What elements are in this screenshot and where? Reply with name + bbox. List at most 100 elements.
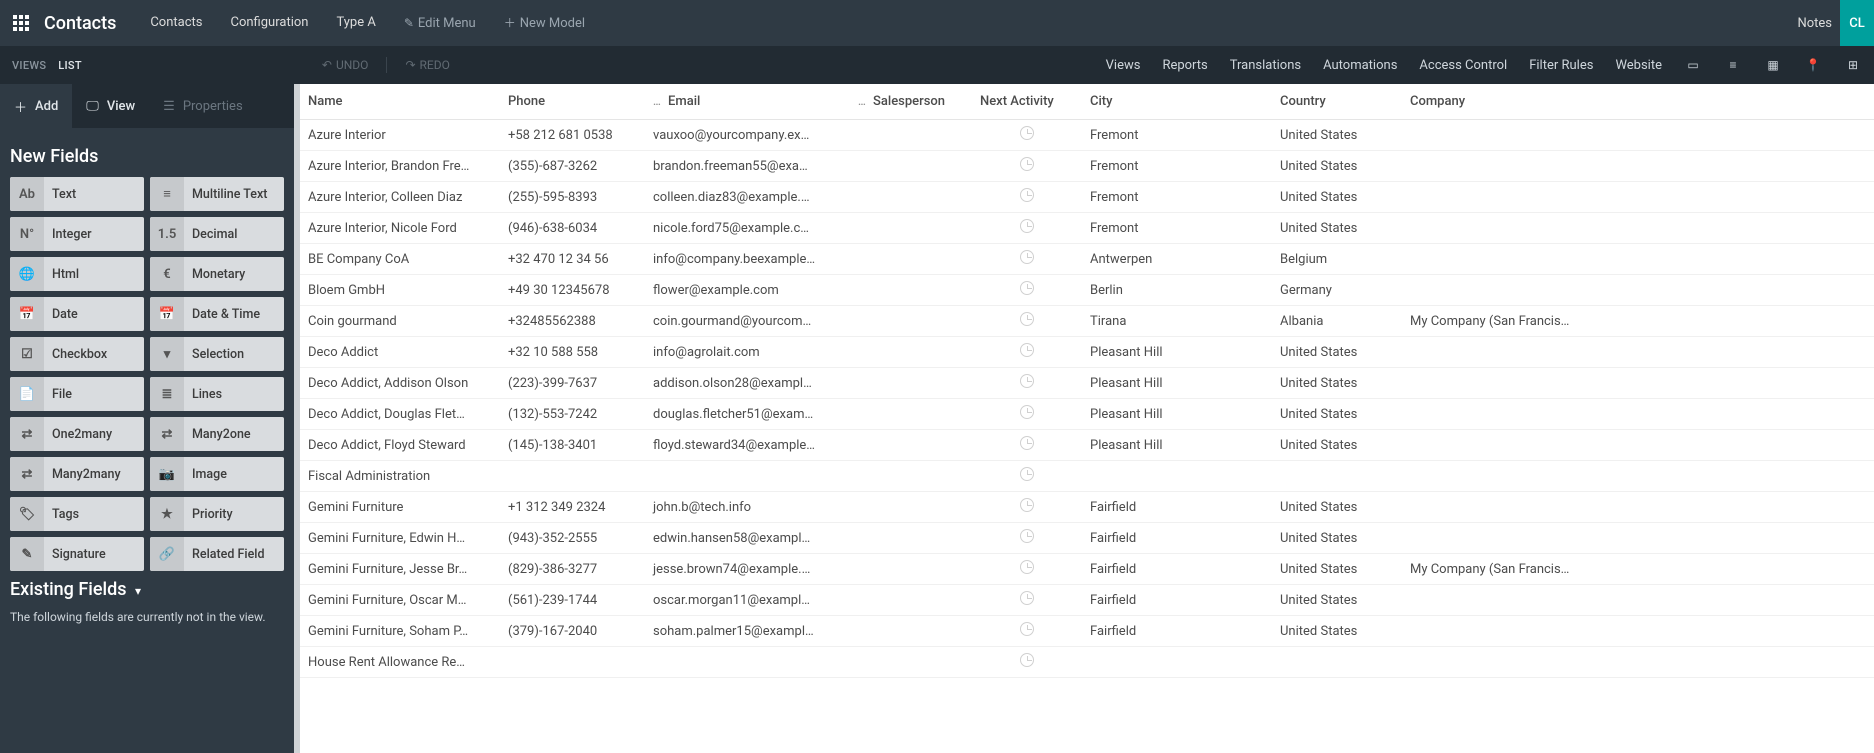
table-row[interactable]: Azure Interior, Brandon Fre…(355)-687-32… bbox=[300, 151, 1874, 182]
table-row[interactable]: Deco Addict, Addison Olson(223)-399-7637… bbox=[300, 368, 1874, 399]
view-kanban-icon[interactable]: ▦ bbox=[1764, 58, 1782, 72]
clock-icon[interactable] bbox=[1020, 157, 1034, 171]
field-chip-label: Html bbox=[44, 267, 87, 282]
table-row[interactable]: Deco Addict, Douglas Flet…(132)-553-7242… bbox=[300, 399, 1874, 430]
cell-city: Fairfield bbox=[1082, 554, 1272, 585]
redo-button[interactable]: ↷REDO bbox=[405, 58, 449, 72]
field-chip-file[interactable]: 📄File bbox=[10, 377, 144, 411]
field-chip-one2many[interactable]: ⇄One2many bbox=[10, 417, 144, 451]
clock-icon[interactable] bbox=[1020, 250, 1034, 264]
link-filter-rules[interactable]: Filter Rules bbox=[1529, 58, 1593, 73]
nav-type-a[interactable]: Type A bbox=[322, 0, 389, 46]
table-row[interactable]: Gemini Furniture, Soham P…(379)-167-2040… bbox=[300, 616, 1874, 647]
field-chip-multiline-text[interactable]: ≡Multiline Text bbox=[150, 177, 284, 211]
field-chip-related-field[interactable]: 🔗Related Field bbox=[150, 537, 284, 571]
cell-phone: (355)-687-3262 bbox=[500, 151, 645, 182]
clock-icon[interactable] bbox=[1020, 312, 1034, 326]
link-views[interactable]: Views bbox=[1106, 58, 1141, 73]
link-access-control[interactable]: Access Control bbox=[1419, 58, 1507, 73]
table-row[interactable]: Bloem GmbH+49 30 12345678flower@example.… bbox=[300, 275, 1874, 306]
col-phone[interactable]: Phone bbox=[500, 84, 645, 120]
field-chip-date-time[interactable]: 📅Date & Time bbox=[150, 297, 284, 331]
view-form-icon[interactable]: ▭ bbox=[1684, 58, 1702, 72]
table-row[interactable]: Coin gourmand+32485562388coin.gourmand@y… bbox=[300, 306, 1874, 337]
table-row[interactable]: Gemini Furniture, Oscar M…(561)-239-1744… bbox=[300, 585, 1874, 616]
col-name[interactable]: Name bbox=[300, 84, 500, 120]
existing-fields-title[interactable]: Existing Fields ▾ bbox=[10, 579, 284, 600]
col-next-activity[interactable]: Next Activity bbox=[972, 84, 1082, 120]
table-row[interactable]: House Rent Allowance Re… bbox=[300, 647, 1874, 678]
field-chip-checkbox[interactable]: ☑Checkbox bbox=[10, 337, 144, 371]
user-avatar[interactable]: CL bbox=[1840, 0, 1874, 46]
clock-icon[interactable] bbox=[1020, 653, 1034, 667]
view-list-icon[interactable]: ≡ bbox=[1724, 58, 1742, 72]
field-chip-html[interactable]: 🌐Html bbox=[10, 257, 144, 291]
col-salesperson[interactable]: … Salesperson bbox=[850, 84, 972, 120]
table-row[interactable]: Azure Interior, Nicole Ford(946)-638-603… bbox=[300, 213, 1874, 244]
clock-icon[interactable] bbox=[1020, 219, 1034, 233]
clock-icon[interactable] bbox=[1020, 188, 1034, 202]
breadcrumb-views[interactable]: VIEWS bbox=[12, 59, 46, 72]
link-website[interactable]: Website bbox=[1615, 58, 1662, 73]
clock-icon[interactable] bbox=[1020, 126, 1034, 140]
clock-icon[interactable] bbox=[1020, 498, 1034, 512]
field-chip-many2one[interactable]: ⇄Many2one bbox=[150, 417, 284, 451]
table-row[interactable]: Azure Interior+58 212 681 0538vauxoo@you… bbox=[300, 120, 1874, 151]
edit-menu-button[interactable]: ✎Edit Menu bbox=[390, 0, 490, 47]
table-row[interactable]: Gemini Furniture, Edwin H…(943)-352-2555… bbox=[300, 523, 1874, 554]
table-row[interactable]: BE Company CoA+32 470 12 34 56info@compa… bbox=[300, 244, 1874, 275]
cell-country: Albania bbox=[1272, 306, 1402, 337]
field-chip-lines[interactable]: ≣Lines bbox=[150, 377, 284, 411]
apps-icon[interactable] bbox=[10, 12, 32, 34]
cell-company bbox=[1402, 213, 1874, 244]
new-model-button[interactable]: ＋New Model bbox=[490, 0, 599, 47]
undo-button[interactable]: ↶UNDO bbox=[322, 58, 369, 72]
link-automations[interactable]: Automations bbox=[1323, 58, 1397, 73]
col-company[interactable]: Company bbox=[1402, 84, 1874, 120]
field-chip-many2many[interactable]: ⇄Many2many bbox=[10, 457, 144, 491]
cell-activity bbox=[972, 182, 1082, 213]
field-chip-signature[interactable]: ✎Signature bbox=[10, 537, 144, 571]
clock-icon[interactable] bbox=[1020, 591, 1034, 605]
clock-icon[interactable] bbox=[1020, 529, 1034, 543]
link-reports[interactable]: Reports bbox=[1162, 58, 1207, 73]
clock-icon[interactable] bbox=[1020, 560, 1034, 574]
cell-country: United States bbox=[1272, 492, 1402, 523]
clock-icon[interactable] bbox=[1020, 343, 1034, 357]
field-chip-priority[interactable]: ★Priority bbox=[150, 497, 284, 531]
table-row[interactable]: Azure Interior, Colleen Diaz(255)-595-83… bbox=[300, 182, 1874, 213]
view-map-icon[interactable]: 📍 bbox=[1804, 58, 1822, 72]
notes-link[interactable]: Notes bbox=[1797, 16, 1832, 31]
table-row[interactable]: Deco Addict+32 10 588 558info@agrolait.c… bbox=[300, 337, 1874, 368]
clock-icon[interactable] bbox=[1020, 622, 1034, 636]
clock-icon[interactable] bbox=[1020, 467, 1034, 481]
field-chip-decimal[interactable]: 1.5Decimal bbox=[150, 217, 284, 251]
field-chip-date[interactable]: 📅Date bbox=[10, 297, 144, 331]
tab-add[interactable]: ＋Add bbox=[0, 84, 72, 128]
col-city[interactable]: City bbox=[1082, 84, 1272, 120]
field-chip-tags[interactable]: 🏷Tags bbox=[10, 497, 144, 531]
app-title[interactable]: Contacts bbox=[44, 13, 116, 34]
cell-salesperson bbox=[850, 523, 972, 554]
clock-icon[interactable] bbox=[1020, 405, 1034, 419]
table-row[interactable]: Fiscal Administration bbox=[300, 461, 1874, 492]
field-chip-integer[interactable]: N°Integer bbox=[10, 217, 144, 251]
field-chip-monetary[interactable]: €Monetary bbox=[150, 257, 284, 291]
field-chip-image[interactable]: 📷Image bbox=[150, 457, 284, 491]
field-chip-text[interactable]: AbText bbox=[10, 177, 144, 211]
field-chip-selection[interactable]: ▾Selection bbox=[150, 337, 284, 371]
tab-view[interactable]: 🖵View bbox=[72, 84, 149, 128]
table-row[interactable]: Deco Addict, Floyd Steward(145)-138-3401… bbox=[300, 430, 1874, 461]
field-chip-icon: ▾ bbox=[150, 337, 184, 371]
clock-icon[interactable] bbox=[1020, 436, 1034, 450]
table-row[interactable]: Gemini Furniture+1 312 349 2324john.b@te… bbox=[300, 492, 1874, 523]
clock-icon[interactable] bbox=[1020, 374, 1034, 388]
col-country[interactable]: Country bbox=[1272, 84, 1402, 120]
view-more-icon[interactable]: ⊞ bbox=[1844, 58, 1862, 72]
table-row[interactable]: Gemini Furniture, Jesse Br…(829)-386-327… bbox=[300, 554, 1874, 585]
nav-contacts[interactable]: Contacts bbox=[136, 0, 216, 46]
nav-configuration[interactable]: Configuration bbox=[217, 0, 323, 46]
link-translations[interactable]: Translations bbox=[1230, 58, 1301, 73]
clock-icon[interactable] bbox=[1020, 281, 1034, 295]
col-email[interactable]: … Email bbox=[645, 84, 850, 120]
